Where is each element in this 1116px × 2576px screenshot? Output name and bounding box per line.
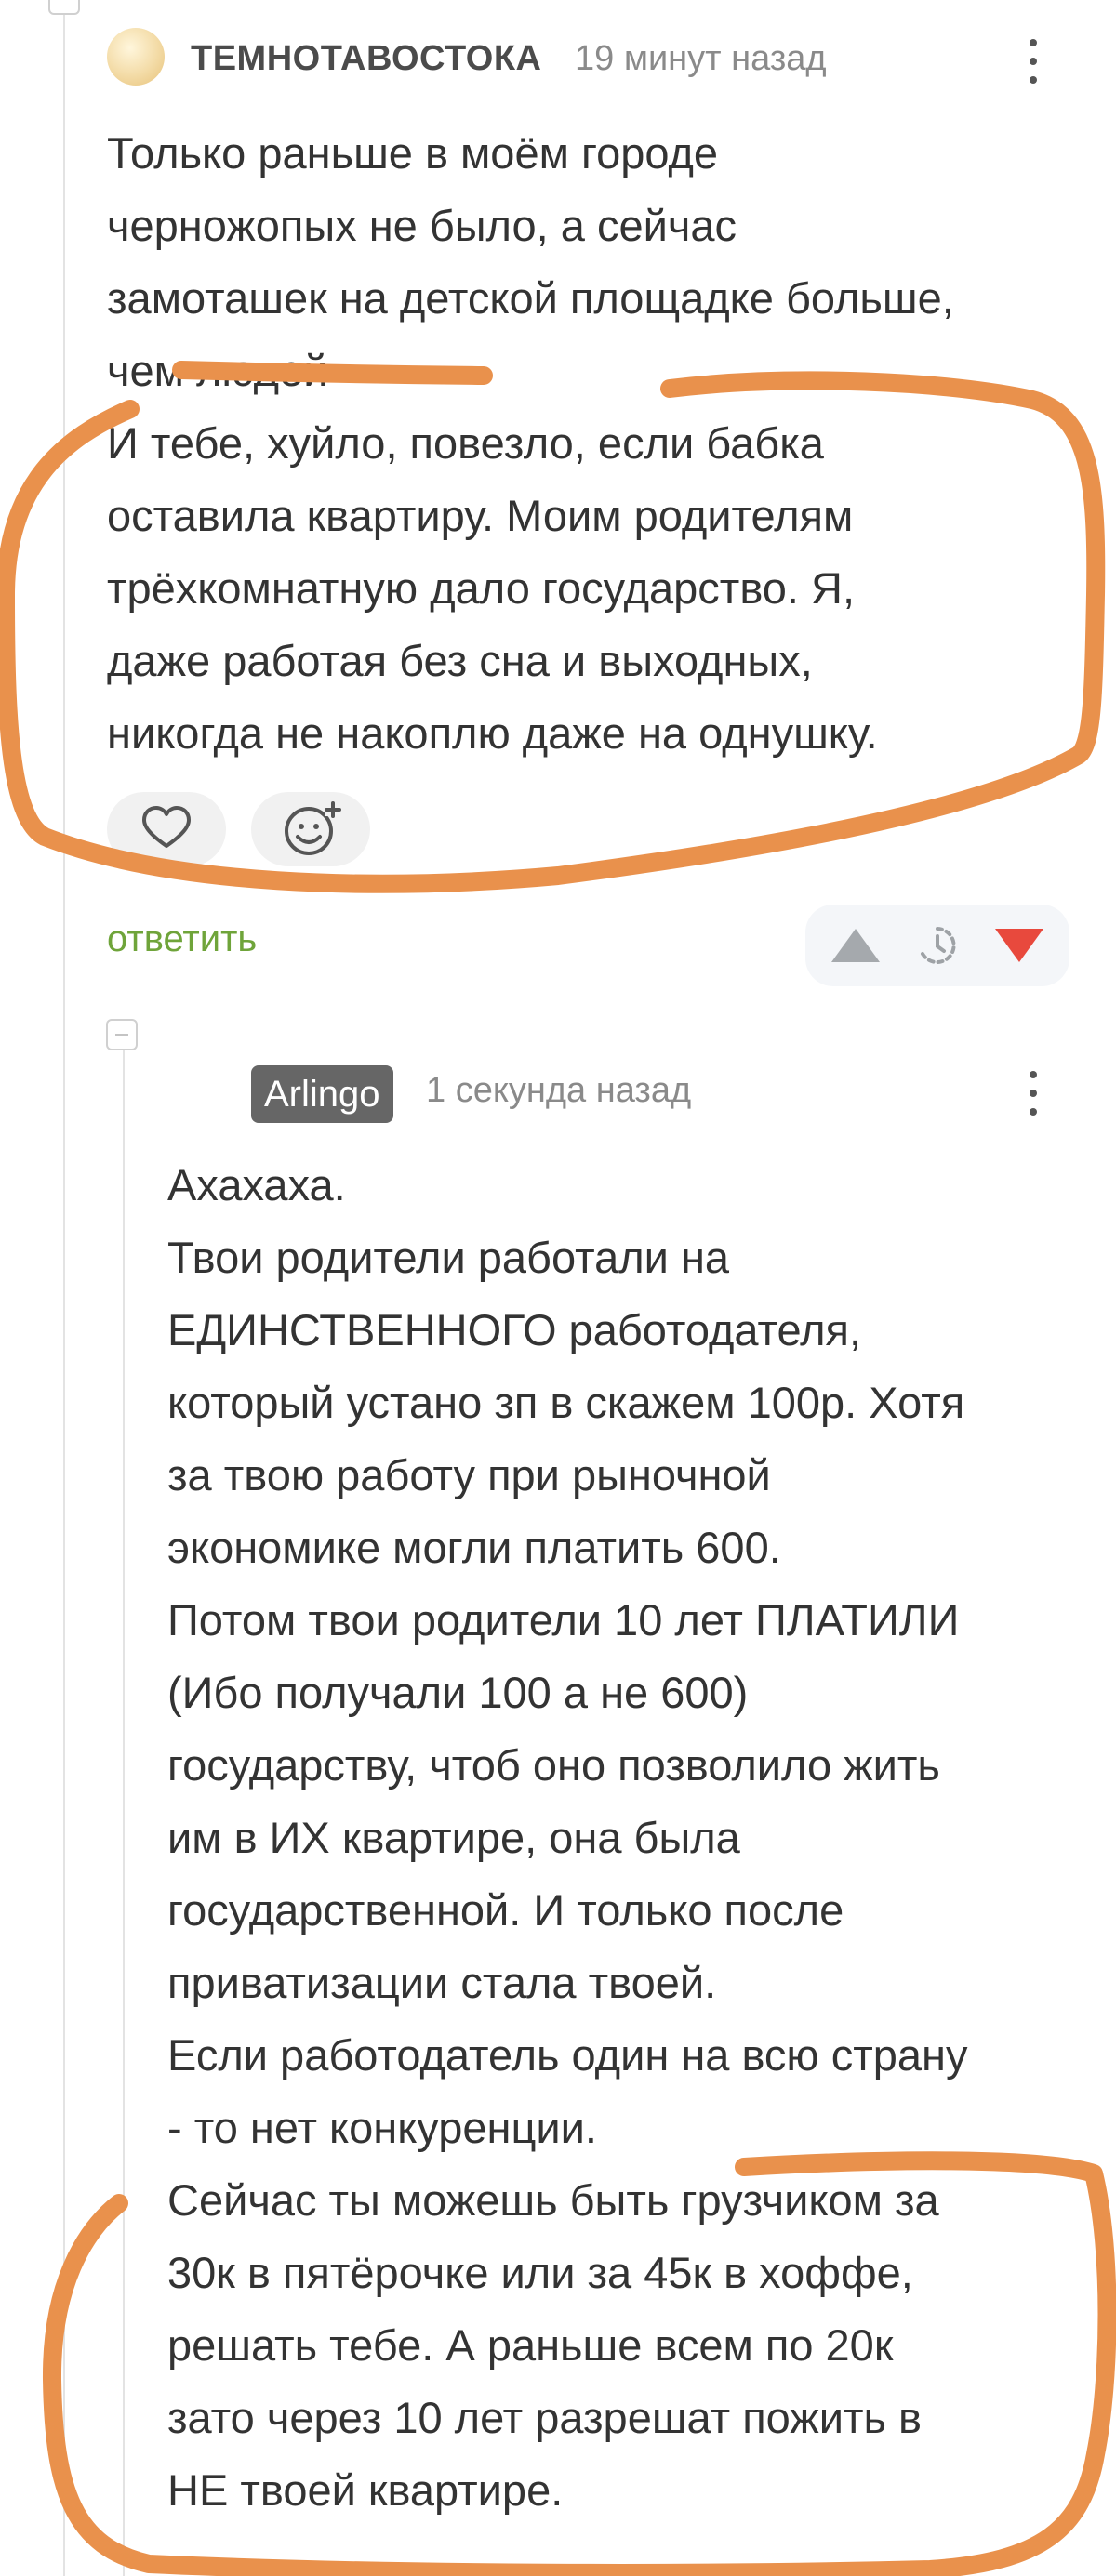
comment-timestamp: 19 минут назад — [575, 39, 827, 78]
comment-line: И тебе, хуйло, повезло, если бабка — [107, 418, 824, 468]
comment-line: государственной. И только после — [167, 1885, 844, 1935]
comment-line: зато через 10 лет разрешат пожить в — [167, 2393, 923, 2442]
comment-author-badge[interactable]: Arlingo — [251, 1065, 393, 1123]
comment-line: за твою работу при рыночной — [167, 1450, 771, 1499]
comment-line: Ахахаха. — [167, 1160, 346, 1209]
comment-line: 30к в пятёрочке или за 45к в хоффе, — [167, 2248, 913, 2297]
add-reaction-button[interactable] — [251, 792, 370, 866]
vote-controls — [805, 905, 1070, 986]
comment-line: Только раньше в моём городе — [107, 128, 719, 178]
comment-line: приватизации стала твоей. — [167, 1958, 717, 2007]
thread-line-main — [63, 0, 65, 2576]
collapse-icon[interactable] — [48, 0, 80, 15]
more-vertical-icon[interactable] — [1019, 33, 1047, 89]
comment-line: ЕДИНСТВЕННОГО работодателя, — [167, 1305, 862, 1354]
upvote-icon[interactable] — [830, 927, 882, 964]
comment-line: решать тебе. А раньше всем по 20к — [167, 2320, 894, 2370]
comment-line: (Ибо получали 100 а не 600) — [167, 1668, 749, 1717]
comment-line: замоташек на детской площадке больше, — [107, 273, 954, 323]
save-icon[interactable] — [915, 923, 960, 968]
collapse-icon[interactable] — [106, 1019, 138, 1050]
comment-line: Если работодатель один на всю страну — [167, 2030, 968, 2080]
comment-line: который устано зп в скажем 100р. Хотя — [167, 1378, 965, 1427]
add-reaction-icon — [285, 801, 341, 855]
comment-timestamp: 1 секунда назад — [426, 1071, 692, 1110]
comment-line: черножопых не было, а сейчас — [107, 201, 737, 250]
comment-line: - то нет конкуренции. — [167, 2103, 597, 2152]
thread-line-reply — [123, 1050, 125, 2576]
comment-line: государству, чтоб оно позволило жить — [167, 1740, 940, 1790]
comment-line: им в ИХ квартире, она была — [167, 1813, 740, 1862]
comment-body: Только раньше в моём городе черножопых н… — [107, 117, 954, 770]
comment-line: Твои родители работали на — [167, 1233, 730, 1282]
more-vertical-icon[interactable] — [1019, 1065, 1047, 1121]
reply-link[interactable]: ответить — [107, 918, 257, 960]
comment-line: Потом твои родители 10 лет ПЛАТИЛИ — [167, 1595, 960, 1645]
comment-line: Сейчас ты можешь быть грузчиком за — [167, 2175, 939, 2225]
heart-icon — [142, 806, 191, 848]
comment-line: даже работая без сна и выходных, — [107, 636, 813, 685]
comment-line: никогда не накоплю даже на однушку. — [107, 708, 878, 758]
avatar[interactable] — [107, 28, 165, 86]
comment-body: Ахахаха. Твои родители работали на ЕДИНС… — [167, 1149, 968, 2527]
comment-author[interactable]: ТЕМНОТАВОСТОКА — [191, 39, 541, 79]
comment-line: оставила квартиру. Моим родителям — [107, 491, 854, 540]
comment-line: трёхкомнатную дало государство. Я, — [107, 563, 856, 613]
comment-line: чем людей — [107, 346, 328, 395]
comment-line: экономике могли платить 600. — [167, 1523, 781, 1572]
comment-line: НЕ твоей квартире. — [167, 2465, 564, 2515]
downvote-icon[interactable] — [993, 927, 1045, 964]
reaction-heart-button[interactable] — [107, 792, 226, 866]
